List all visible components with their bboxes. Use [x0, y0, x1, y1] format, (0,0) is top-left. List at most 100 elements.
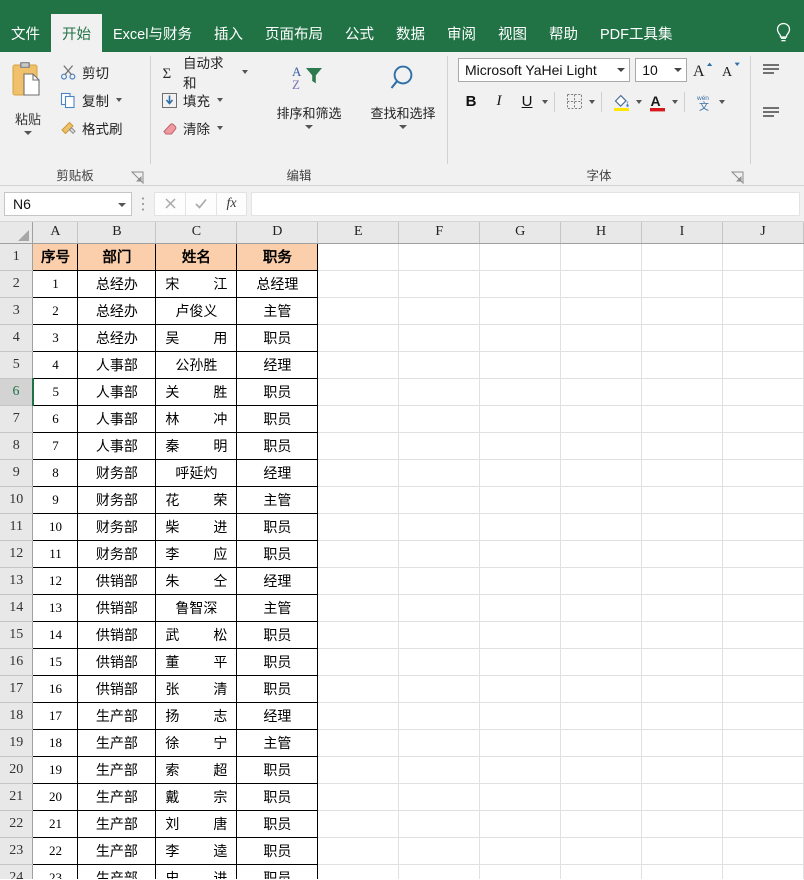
grid-cell-J10[interactable] [722, 486, 804, 514]
grid-cell-I21[interactable] [641, 783, 723, 811]
ribbon-tab-5[interactable]: 公式 [334, 14, 385, 52]
column-header-B[interactable]: B [77, 222, 157, 244]
table-cell-D13[interactable]: 经理 [236, 566, 319, 595]
table-cell-B11[interactable]: 财务部 [77, 512, 157, 541]
ribbon-tab-2[interactable]: Excel与财务 [102, 14, 203, 52]
grid-cell-J21[interactable] [722, 783, 804, 811]
table-cell-D17[interactable]: 职员 [236, 674, 319, 703]
table-cell-C10[interactable]: 花荣 [155, 485, 238, 514]
formula-bar-handle[interactable] [132, 192, 154, 216]
grid-cell-J7[interactable] [722, 405, 804, 433]
ribbon-tab-7[interactable]: 审阅 [436, 14, 487, 52]
table-cell-A4[interactable]: 3 [32, 323, 79, 352]
chevron-down-icon[interactable] [617, 68, 626, 72]
grid-cell-F19[interactable] [398, 729, 481, 757]
grid-cell-J13[interactable] [722, 567, 804, 595]
column-header-J[interactable]: J [722, 222, 804, 244]
table-cell-A11[interactable]: 10 [32, 512, 79, 541]
table-cell-D2[interactable]: 总经理 [236, 269, 319, 298]
grid-cell-F18[interactable] [398, 702, 481, 730]
grid-cell-E22[interactable] [317, 810, 400, 838]
table-cell-C2[interactable]: 宋江 [155, 269, 238, 298]
grid-cell-E18[interactable] [317, 702, 400, 730]
grid-cell-I4[interactable] [641, 324, 723, 352]
table-cell-B14[interactable]: 供销部 [77, 593, 157, 622]
table-cell-C16[interactable]: 董平 [155, 647, 238, 676]
phonetic-guide-split-button[interactable]: wén 文 [691, 89, 725, 114]
grid-cell-H21[interactable] [560, 783, 643, 811]
column-header-D[interactable]: D [236, 222, 319, 244]
grid-cell-F21[interactable] [398, 783, 481, 811]
grid-cell-E11[interactable] [317, 513, 400, 541]
grid-cell-J11[interactable] [722, 513, 804, 541]
ribbon-tab-3[interactable]: 插入 [203, 14, 254, 52]
grid-cell-H19[interactable] [560, 729, 643, 757]
table-header-cell-A1[interactable]: 序号 [32, 242, 79, 271]
chevron-down-icon[interactable] [542, 99, 548, 104]
grid-cell-J6[interactable] [722, 378, 804, 406]
grid-cell-E7[interactable] [317, 405, 400, 433]
chevron-down-icon[interactable] [589, 99, 595, 104]
table-cell-B7[interactable]: 人事部 [77, 404, 157, 433]
table-cell-C24[interactable]: 史进 [155, 863, 238, 879]
grid-cell-F11[interactable] [398, 513, 481, 541]
fill-color-split-button[interactable] [608, 89, 642, 114]
chevron-down-icon[interactable] [116, 98, 122, 102]
table-cell-A20[interactable]: 19 [32, 755, 79, 784]
row-header-23[interactable]: 23 [0, 837, 34, 865]
name-box[interactable]: N6 [4, 191, 132, 216]
grid-cell-F6[interactable] [398, 378, 481, 406]
find-and-select-button[interactable]: 查找和选择 [359, 58, 447, 129]
table-cell-C14[interactable]: 鲁智深 [155, 593, 238, 622]
table-cell-C5[interactable]: 公孙胜 [155, 350, 238, 379]
grid-cell-F12[interactable] [398, 540, 481, 568]
grid-cell-F7[interactable] [398, 405, 481, 433]
grid-cell-H17[interactable] [560, 675, 643, 703]
table-cell-D14[interactable]: 主管 [236, 593, 319, 622]
underline-button[interactable]: U [514, 89, 540, 114]
table-cell-D10[interactable]: 主管 [236, 485, 319, 514]
chevron-down-icon[interactable] [636, 99, 642, 104]
grid-cell-G24[interactable] [479, 864, 562, 879]
grid-cell-H24[interactable] [560, 864, 643, 879]
table-cell-D21[interactable]: 职员 [236, 782, 319, 811]
font-dialog-launcher-icon[interactable] [730, 171, 744, 185]
chevron-down-icon[interactable] [242, 70, 248, 74]
ribbon-tab-0[interactable]: 文件 [0, 14, 51, 52]
grid-cell-I18[interactable] [641, 702, 723, 730]
column-header-F[interactable]: F [398, 222, 481, 244]
table-cell-B12[interactable]: 财务部 [77, 539, 157, 568]
grid-cell-G15[interactable] [479, 621, 562, 649]
cancel-icon[interactable] [154, 191, 185, 216]
table-cell-D24[interactable]: 职员 [236, 863, 319, 879]
grid-cell-J2[interactable] [722, 270, 804, 298]
grid-cell-F10[interactable] [398, 486, 481, 514]
table-cell-D12[interactable]: 职员 [236, 539, 319, 568]
font-size-input[interactable]: 10 [635, 58, 687, 82]
chevron-down-icon[interactable] [719, 99, 725, 104]
table-cell-C23[interactable]: 李逵 [155, 836, 238, 865]
table-cell-A3[interactable]: 2 [32, 296, 79, 325]
grid-cell-I23[interactable] [641, 837, 723, 865]
grid-cell-E9[interactable] [317, 459, 400, 487]
table-cell-D9[interactable]: 经理 [236, 458, 319, 487]
grid-cell-J22[interactable] [722, 810, 804, 838]
table-cell-B20[interactable]: 生产部 [77, 755, 157, 784]
table-cell-C15[interactable]: 武松 [155, 620, 238, 649]
chevron-down-icon[interactable] [672, 99, 678, 104]
table-cell-B9[interactable]: 财务部 [77, 458, 157, 487]
grid-cell-J1[interactable] [722, 243, 804, 271]
grid-cell-H20[interactable] [560, 756, 643, 784]
grid-cell-G3[interactable] [479, 297, 562, 325]
row-header-24[interactable]: 24 [0, 864, 34, 879]
table-cell-A23[interactable]: 22 [32, 836, 79, 865]
grid-cell-J20[interactable] [722, 756, 804, 784]
row-header-9[interactable]: 9 [0, 459, 34, 487]
grid-cell-H10[interactable] [560, 486, 643, 514]
grid-cell-G6[interactable] [479, 378, 562, 406]
grid-cell-G8[interactable] [479, 432, 562, 460]
grid-cell-G20[interactable] [479, 756, 562, 784]
table-cell-C4[interactable]: 吴用 [155, 323, 238, 352]
grid-cell-F17[interactable] [398, 675, 481, 703]
grid-cell-E3[interactable] [317, 297, 400, 325]
